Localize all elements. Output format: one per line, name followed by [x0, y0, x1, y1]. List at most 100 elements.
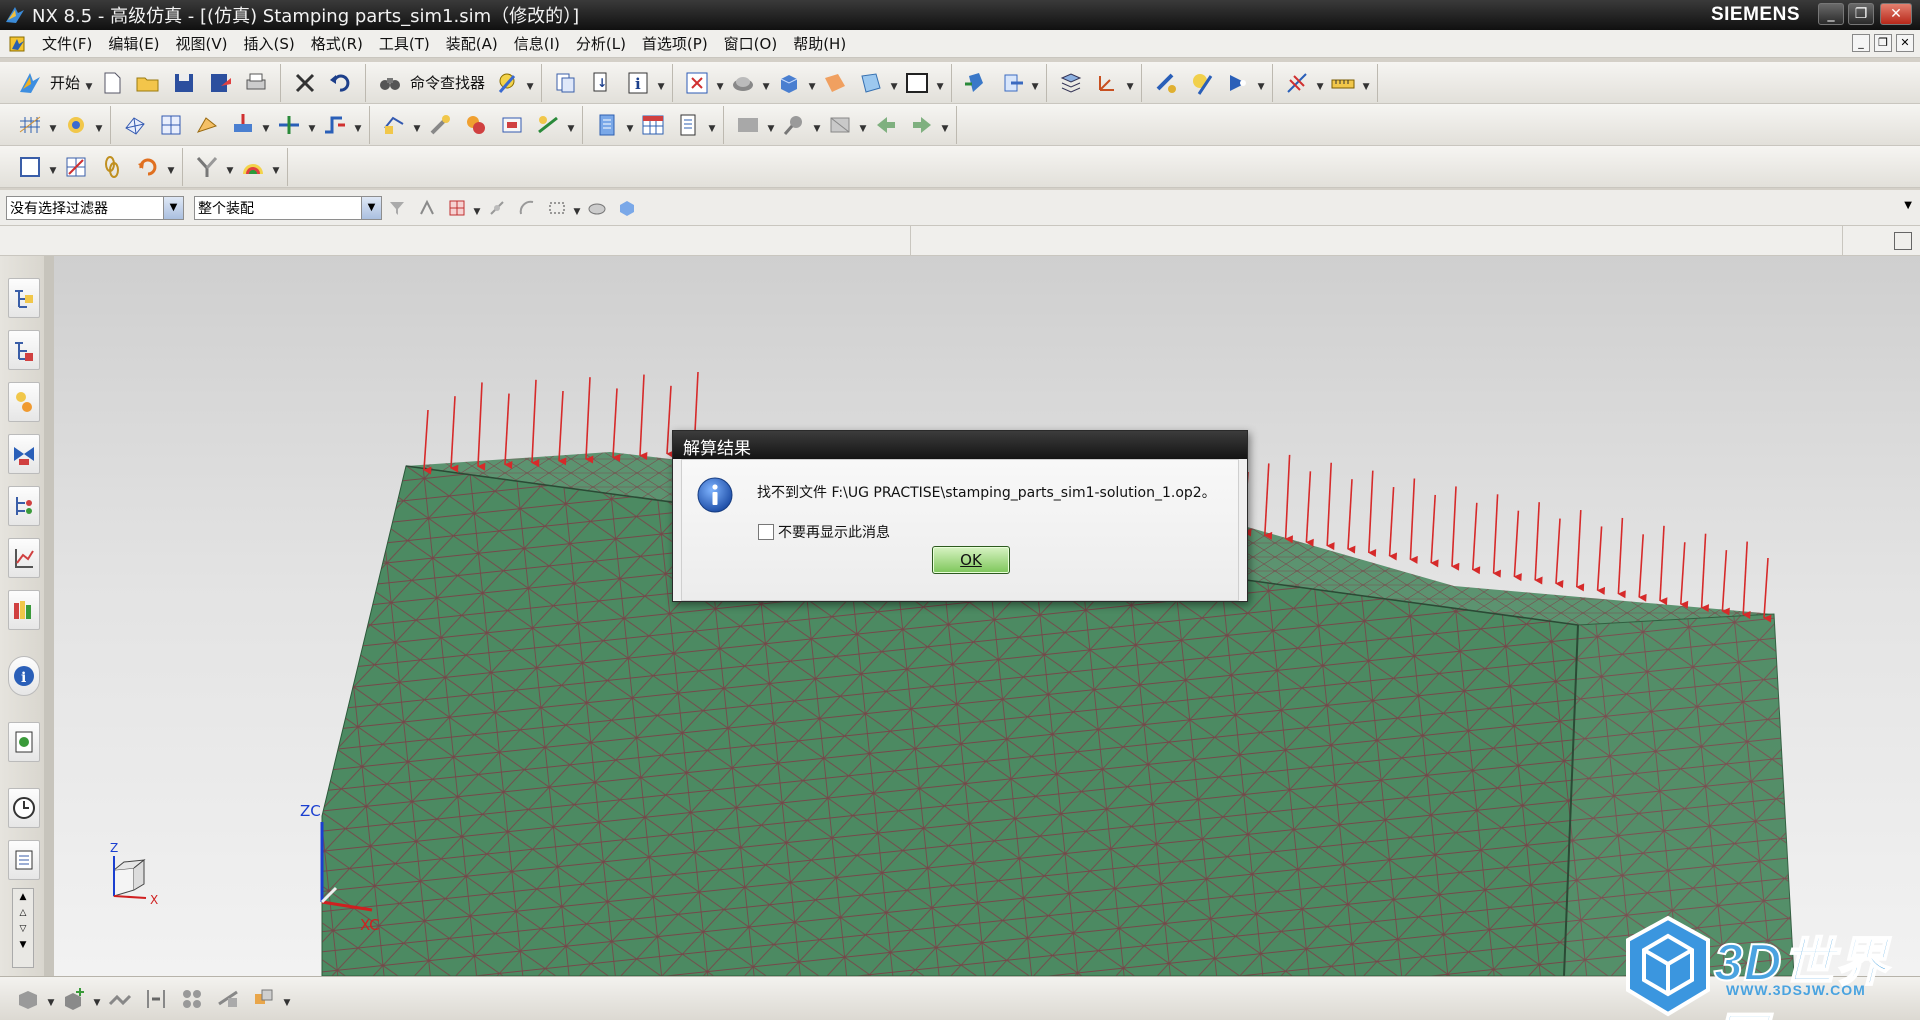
menu-edit[interactable]: 编辑(E) — [100, 33, 167, 54]
assembly-navigator-icon[interactable] — [8, 486, 40, 526]
menu-format[interactable]: 格式(R) — [303, 33, 371, 54]
menu-assemblies[interactable]: 装配(A) — [438, 33, 506, 54]
solve-dropdown-icon[interactable]: ▼ — [353, 110, 363, 140]
constraint-icon[interactable] — [274, 110, 304, 140]
constraint-dropdown-icon[interactable]: ▼ — [307, 110, 317, 140]
snap-end-icon[interactable] — [416, 197, 438, 219]
clip-view-icon[interactable] — [856, 68, 886, 98]
new-file-icon[interactable] — [97, 68, 127, 98]
layer-settings-icon[interactable] — [1056, 68, 1086, 98]
command-finder-label[interactable]: 命令查找器 — [410, 72, 485, 93]
play-icon[interactable] — [1223, 68, 1253, 98]
next-arrow-icon[interactable] — [907, 110, 937, 140]
mate-icon[interactable] — [105, 984, 135, 1014]
scroll-up-small-icon[interactable]: △ — [13, 905, 33, 921]
document-icon[interactable] — [674, 110, 704, 140]
grid-check-icon[interactable] — [61, 152, 91, 182]
dont-show-again-checkbox[interactable]: 不要再显示此消息 — [758, 522, 890, 542]
add-component-icon[interactable] — [59, 984, 89, 1014]
menu-view[interactable]: 视图(V) — [168, 33, 236, 54]
start-dropdown-icon[interactable]: ▼ — [84, 68, 94, 98]
probe-dropdown-icon[interactable]: ▼ — [812, 110, 822, 140]
ok-button[interactable]: OK — [932, 546, 1010, 574]
nx-menu-icon[interactable] — [8, 34, 28, 54]
show-hide-icon[interactable] — [586, 197, 608, 219]
mesh-collector-icon[interactable] — [192, 110, 222, 140]
refresh-dropdown-icon[interactable]: ▼ — [166, 152, 176, 182]
2d-mesh-icon[interactable] — [156, 110, 186, 140]
dont-show-again-label[interactable]: 不要再显示此消息 — [778, 522, 890, 542]
information-icon[interactable]: i — [623, 68, 653, 98]
background-dropdown-icon[interactable]: ▼ — [935, 68, 945, 98]
point-snap-icon[interactable] — [446, 197, 468, 219]
mesh-dropdown-icon[interactable]: ▼ — [48, 110, 58, 140]
shaded-cube-icon[interactable] — [774, 68, 804, 98]
start-icon[interactable] — [15, 68, 45, 98]
sheet-dropdown-icon[interactable]: ▼ — [48, 152, 58, 182]
binoculars-icon[interactable] — [375, 68, 405, 98]
snap-point-icon[interactable] — [1282, 68, 1312, 98]
solve-icon[interactable] — [320, 110, 350, 140]
select-dropdown-icon[interactable]: ▼ — [572, 197, 582, 219]
split-icon[interactable] — [192, 152, 222, 182]
undo-icon[interactable] — [326, 68, 356, 98]
solid-body-icon[interactable] — [616, 197, 638, 219]
snap-dropdown-icon[interactable]: ▼ — [1315, 68, 1325, 98]
frame-dropdown-icon[interactable]: ▼ — [858, 110, 868, 140]
nav-dropdown-icon[interactable]: ▼ — [940, 110, 950, 140]
wrench-icon[interactable] — [425, 110, 455, 140]
graphics-window[interactable]: ZC XC Z X 解算结果 找不到文件 F:\UG PRACTISE\stam… — [54, 256, 1920, 976]
history-clock-icon[interactable] — [8, 788, 40, 828]
minimize-button[interactable]: _ — [1818, 3, 1844, 25]
load-icon[interactable] — [228, 110, 258, 140]
frame-icon[interactable] — [825, 110, 855, 140]
palette-dropdown-icon[interactable]: ▼ — [271, 152, 281, 182]
wave-link-icon[interactable] — [249, 984, 279, 1014]
animate-icon[interactable] — [533, 110, 563, 140]
orient-view-icon[interactable] — [961, 68, 991, 98]
tangent-snap-icon[interactable] — [486, 197, 508, 219]
doc-dropdown-icon[interactable]: ▼ — [707, 110, 717, 140]
doc-close-button[interactable]: ✕ — [1896, 34, 1914, 52]
render-style-icon[interactable] — [728, 68, 758, 98]
results-icon[interactable] — [461, 110, 491, 140]
background-icon[interactable] — [902, 68, 932, 98]
selection-scope-select[interactable]: 整个装配 ▼ — [194, 195, 382, 220]
wizard-dropdown-icon[interactable]: ▼ — [525, 68, 535, 98]
cube-dropdown-icon[interactable]: ▼ — [807, 68, 817, 98]
info-feed-icon[interactable]: i — [8, 656, 40, 696]
add-component-dropdown-icon[interactable]: ▼ — [92, 984, 102, 1014]
pattern-component-icon[interactable] — [177, 984, 207, 1014]
blank-sheet-icon[interactable] — [15, 152, 45, 182]
move-object-icon[interactable] — [1151, 68, 1181, 98]
filter-reset-icon[interactable] — [386, 197, 408, 219]
selbar-overflow-icon[interactable]: ▼ — [1904, 200, 1912, 211]
save-icon[interactable] — [169, 68, 199, 98]
chevron-down-icon[interactable]: ▼ — [163, 196, 183, 219]
surface-icon[interactable] — [733, 110, 763, 140]
contour-icon[interactable] — [497, 110, 527, 140]
wcs-dropdown-icon[interactable]: ▼ — [1125, 68, 1135, 98]
restore-button[interactable]: ❐ — [1848, 3, 1874, 25]
journal-icon[interactable] — [1187, 68, 1217, 98]
web-browser-icon[interactable] — [8, 722, 40, 762]
start-label[interactable]: 开始 — [50, 72, 80, 93]
doc-restore-button[interactable]: ❐ — [1874, 34, 1892, 52]
table-icon[interactable] — [638, 110, 668, 140]
menu-window[interactable]: 窗口(O) — [716, 33, 786, 54]
type-filter-select[interactable]: 没有选择过滤器 ▼ — [6, 195, 184, 220]
scroll-up-icon[interactable]: ▲ — [13, 889, 33, 905]
check-dropdown-icon[interactable]: ▼ — [412, 110, 422, 140]
material-icon[interactable] — [61, 110, 91, 140]
clip-dropdown-icon[interactable]: ▼ — [889, 68, 899, 98]
link-icon[interactable] — [97, 152, 127, 182]
history-navigator-icon[interactable] — [8, 538, 40, 578]
sim-file-view-icon[interactable] — [8, 330, 40, 370]
rectangle-select-icon[interactable] — [546, 197, 568, 219]
play-dropdown-icon[interactable]: ▼ — [1256, 68, 1266, 98]
fullscreen-icon[interactable] — [1894, 232, 1912, 250]
refresh-icon[interactable] — [133, 152, 163, 182]
edit-section-icon[interactable] — [820, 68, 850, 98]
report-icon[interactable] — [592, 110, 622, 140]
point-snap-dropdown-icon[interactable]: ▼ — [472, 197, 482, 219]
